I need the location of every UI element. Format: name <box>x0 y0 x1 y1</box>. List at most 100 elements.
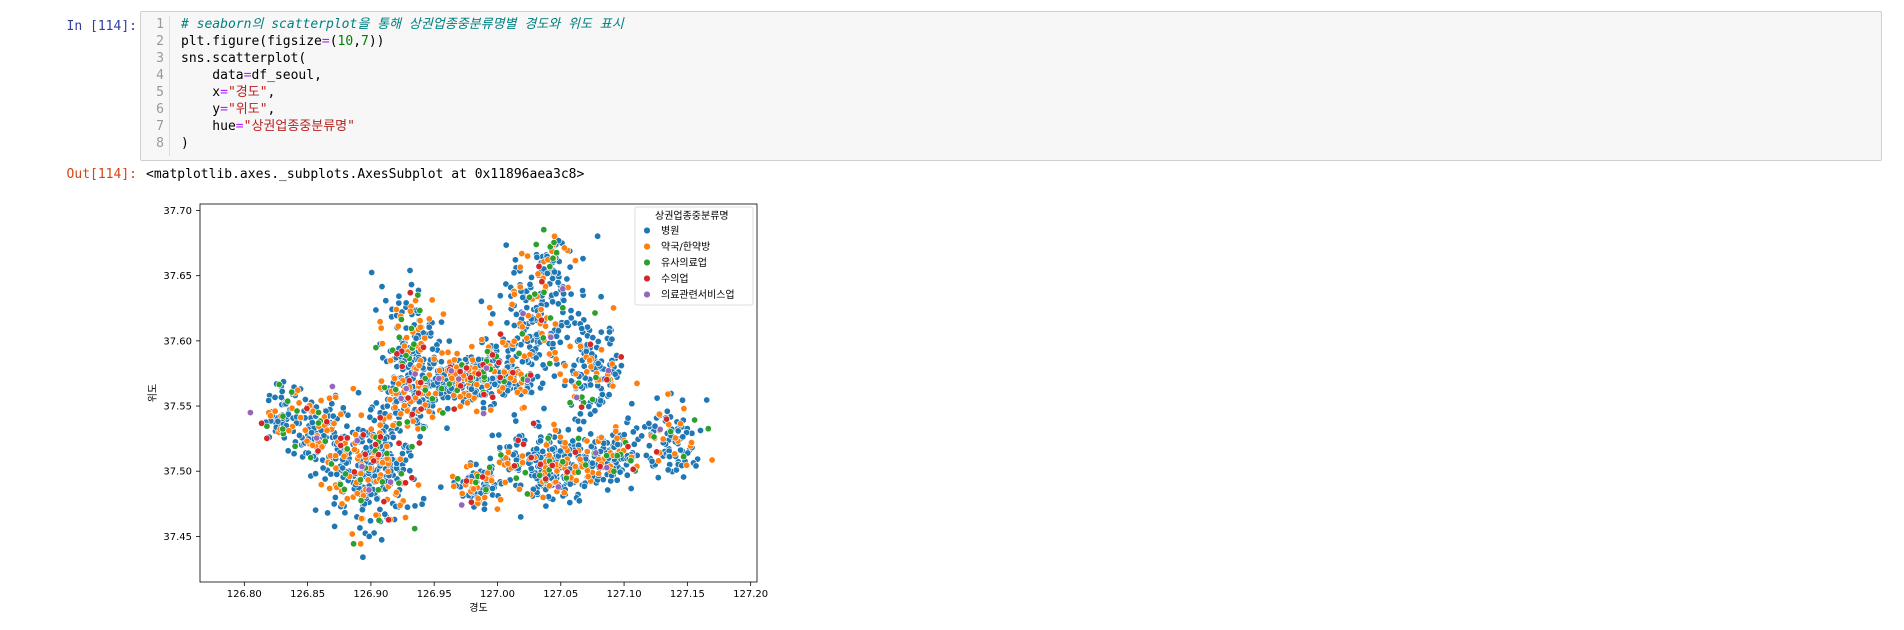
data-point <box>489 310 497 318</box>
code-line: hue="상권업종중분류명" <box>181 118 624 135</box>
data-point <box>309 441 317 449</box>
data-point <box>578 325 586 333</box>
data-point <box>417 405 425 413</box>
data-point <box>357 411 365 419</box>
data-point <box>414 291 422 299</box>
data-point <box>378 283 386 291</box>
data-point <box>564 426 572 434</box>
data-point <box>444 348 452 356</box>
code-token: plt.figure(figsize <box>181 34 322 49</box>
data-point <box>544 434 552 442</box>
data-point <box>383 442 391 450</box>
data-point <box>583 448 591 456</box>
data-point <box>591 407 599 415</box>
data-point <box>477 297 485 305</box>
data-point <box>539 379 547 387</box>
data-point <box>592 449 600 457</box>
data-point <box>575 379 583 387</box>
data-point <box>400 402 408 410</box>
data-point <box>414 389 422 397</box>
data-point <box>427 329 435 337</box>
code-token: y <box>181 102 221 117</box>
data-point <box>463 399 471 407</box>
data-point <box>562 474 570 482</box>
data-point <box>468 356 476 364</box>
data-point <box>337 442 345 450</box>
data-point <box>358 515 366 523</box>
data-point <box>356 524 364 532</box>
data-point <box>515 349 523 357</box>
data-point <box>332 393 340 401</box>
data-point <box>405 377 413 385</box>
data-point <box>503 319 511 327</box>
data-point <box>313 434 321 442</box>
data-point <box>521 388 529 396</box>
data-point <box>551 426 559 434</box>
data-point <box>375 516 383 524</box>
data-point <box>458 489 466 497</box>
data-point <box>656 425 664 433</box>
data-point <box>383 402 391 410</box>
data-point <box>536 460 544 468</box>
data-point <box>271 393 279 401</box>
data-point <box>296 431 304 439</box>
data-point <box>563 334 571 342</box>
code-input-area[interactable]: 1 2 3 4 5 6 7 8 # seaborn의 scatterplot을 … <box>140 11 1882 161</box>
data-point <box>412 334 420 342</box>
data-point <box>411 370 419 378</box>
data-point <box>597 346 605 354</box>
data-point <box>323 426 331 434</box>
data-point <box>597 434 605 442</box>
data-point <box>580 482 588 490</box>
data-point <box>279 412 287 420</box>
data-point <box>406 289 414 297</box>
data-point <box>454 475 462 483</box>
data-point <box>556 338 564 346</box>
data-point <box>515 485 523 493</box>
legend-label: 의료관련서비스업 <box>661 288 735 301</box>
legend-label: 유사의료업 <box>661 256 707 269</box>
line-number-gutter: 1 2 3 4 5 6 7 8 <box>141 16 170 156</box>
data-point <box>536 471 544 479</box>
data-point <box>378 536 386 544</box>
code-editor[interactable]: # seaborn의 scatterplot을 통해 상권업종중분류명별 경도와… <box>181 16 624 152</box>
data-point <box>342 470 350 478</box>
data-point <box>608 360 616 368</box>
data-point <box>407 325 415 333</box>
data-point <box>428 296 436 304</box>
data-point <box>629 465 637 473</box>
data-point <box>550 268 558 276</box>
data-point <box>548 445 556 453</box>
data-point <box>554 327 562 335</box>
y-axis-label: 위도 <box>146 384 159 402</box>
data-point <box>246 409 254 417</box>
data-point <box>598 391 606 399</box>
data-point <box>359 553 367 561</box>
data-point <box>372 441 380 449</box>
data-point <box>478 336 486 344</box>
data-point <box>462 364 470 372</box>
line-number: 5 <box>156 85 164 100</box>
data-point <box>337 410 345 418</box>
data-point <box>430 355 438 363</box>
data-point <box>691 416 699 424</box>
data-point <box>450 405 458 413</box>
data-point <box>572 370 580 378</box>
data-point <box>294 386 302 394</box>
data-point <box>633 379 641 387</box>
data-point <box>582 461 590 469</box>
data-point <box>410 340 418 348</box>
data-point <box>512 310 520 318</box>
data-point <box>339 464 347 472</box>
data-point <box>550 421 558 429</box>
data-point <box>437 358 445 366</box>
data-point <box>350 468 358 476</box>
data-point <box>435 374 443 382</box>
data-point <box>617 353 625 361</box>
data-point <box>456 368 464 376</box>
data-point <box>680 473 688 481</box>
data-point <box>458 501 466 509</box>
data-point <box>367 425 375 433</box>
data-point <box>509 369 517 377</box>
data-point <box>559 458 567 466</box>
